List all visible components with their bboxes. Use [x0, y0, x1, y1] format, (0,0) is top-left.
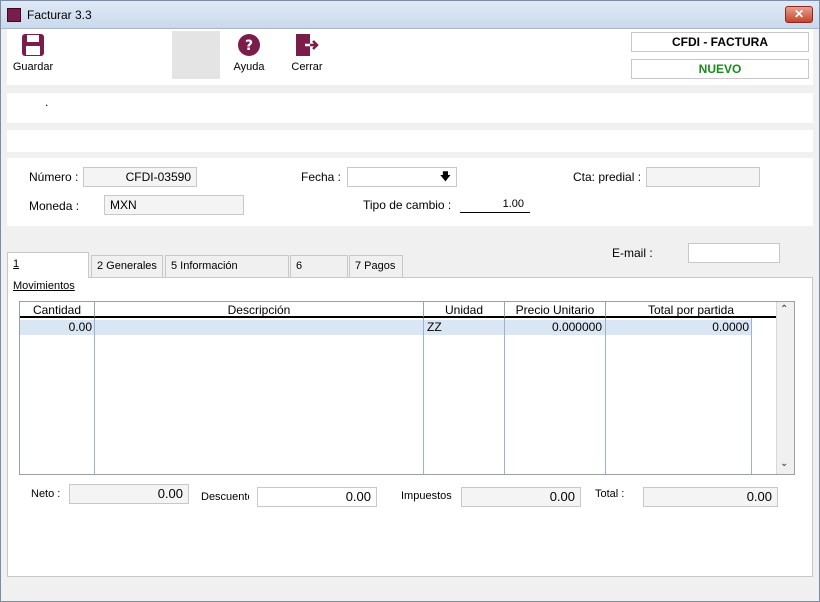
moneda-field[interactable]: MXN — [104, 195, 244, 215]
exit-icon — [296, 34, 319, 56]
numero-label: Número : — [29, 170, 79, 184]
moneda-label: Moneda : — [29, 199, 80, 213]
email-label: E-mail : — [612, 246, 653, 260]
email-field[interactable] — [688, 243, 780, 263]
tab-movimientos[interactable]: 1 Movimientos — [7, 252, 89, 292]
fecha-field[interactable]: 🡇 — [347, 167, 457, 187]
app-icon — [7, 8, 21, 22]
col-header-cantidad[interactable]: Cantidad — [20, 302, 95, 318]
save-label: Guardar — [12, 61, 54, 73]
tipo-cambio-label: Tipo de cambio : — [363, 198, 452, 212]
items-grid[interactable]: Cantidad Descripción Unidad Precio Unita… — [19, 301, 795, 475]
app-window: Facturar 3.3 ✕ Guardar ? Ayuda Cerrar CF… — [0, 0, 820, 602]
col-header-descripcion[interactable]: Descripción — [95, 302, 424, 318]
scroll-down-icon[interactable]: ⌄ — [780, 458, 788, 469]
impuestos-label: Impuestos — [401, 490, 452, 502]
cta-predial-field[interactable] — [646, 167, 760, 187]
toolbar: Guardar ? Ayuda Cerrar CFDI - FACTURA NU… — [7, 29, 813, 85]
tipo-cambio-field[interactable]: 1.00 — [460, 198, 530, 213]
blank-band — [7, 130, 813, 152]
status-badge: NUEVO — [631, 59, 809, 79]
cell-unidad[interactable]: ZZ — [425, 320, 503, 335]
info-band: . — [7, 93, 813, 123]
dropdown-arrow-icon[interactable]: 🡇 — [440, 168, 451, 186]
descuento-label: Descuento : — [201, 491, 249, 503]
neto-label: Neto : — [31, 488, 61, 500]
doc-type-badge: CFDI - FACTURA — [631, 32, 809, 52]
tab-generales[interactable]: 2 Generales — [91, 255, 163, 277]
numero-field[interactable]: CFDI-03590 — [83, 167, 197, 187]
col-divider — [423, 318, 424, 474]
col-divider — [94, 318, 95, 474]
descuento-field[interactable]: 0.00 — [257, 487, 377, 507]
save-button[interactable]: Guardar — [11, 33, 55, 73]
help-button[interactable]: ? Ayuda — [229, 33, 269, 73]
col-header-total[interactable]: Total por partida — [606, 302, 776, 318]
grid-scrollbar[interactable]: ⌃ ⌄ — [776, 302, 794, 474]
col-divider — [751, 318, 752, 474]
col-divider — [605, 318, 606, 474]
impuestos-field: 0.00 — [461, 487, 581, 507]
cell-total[interactable]: 0.0000 — [607, 320, 751, 335]
save-icon — [22, 34, 44, 56]
window-close-button[interactable]: ✕ — [785, 6, 813, 23]
tab-informacion-adicional[interactable]: 5 Información adicional — [165, 255, 289, 292]
col-divider — [504, 318, 505, 474]
col-header-precio[interactable]: Precio Unitario — [505, 302, 606, 318]
total-field: 0.00 — [643, 487, 778, 507]
fecha-label: Fecha : — [301, 170, 342, 184]
close-button[interactable]: Cerrar — [287, 33, 327, 73]
title-bar: Facturar 3.3 ✕ — [1, 1, 819, 29]
tab-usuario[interactable]: 6 Usuario — [290, 255, 348, 292]
close-label: Cerrar — [291, 61, 323, 73]
blank-tool-button[interactable] — [172, 31, 220, 79]
cell-precio[interactable]: 0.000000 — [506, 320, 604, 335]
svg-text:?: ? — [245, 38, 253, 54]
help-icon: ? — [238, 34, 260, 56]
cell-descripcion[interactable] — [96, 320, 422, 335]
window-title: Facturar 3.3 — [27, 8, 92, 22]
info-line: . — [45, 95, 49, 109]
total-label: Total : — [595, 488, 625, 500]
cta-predial-label: Cta: predial : — [573, 170, 642, 184]
scroll-up-icon[interactable]: ⌃ — [780, 304, 788, 315]
col-header-unidad[interactable]: Unidad — [424, 302, 505, 318]
neto-field: 0.00 — [69, 484, 189, 504]
tab-pagos[interactable]: 7 Pagos — [349, 255, 403, 277]
cell-cantidad[interactable]: 0.00 — [20, 320, 94, 335]
help-label: Ayuda — [233, 61, 265, 73]
